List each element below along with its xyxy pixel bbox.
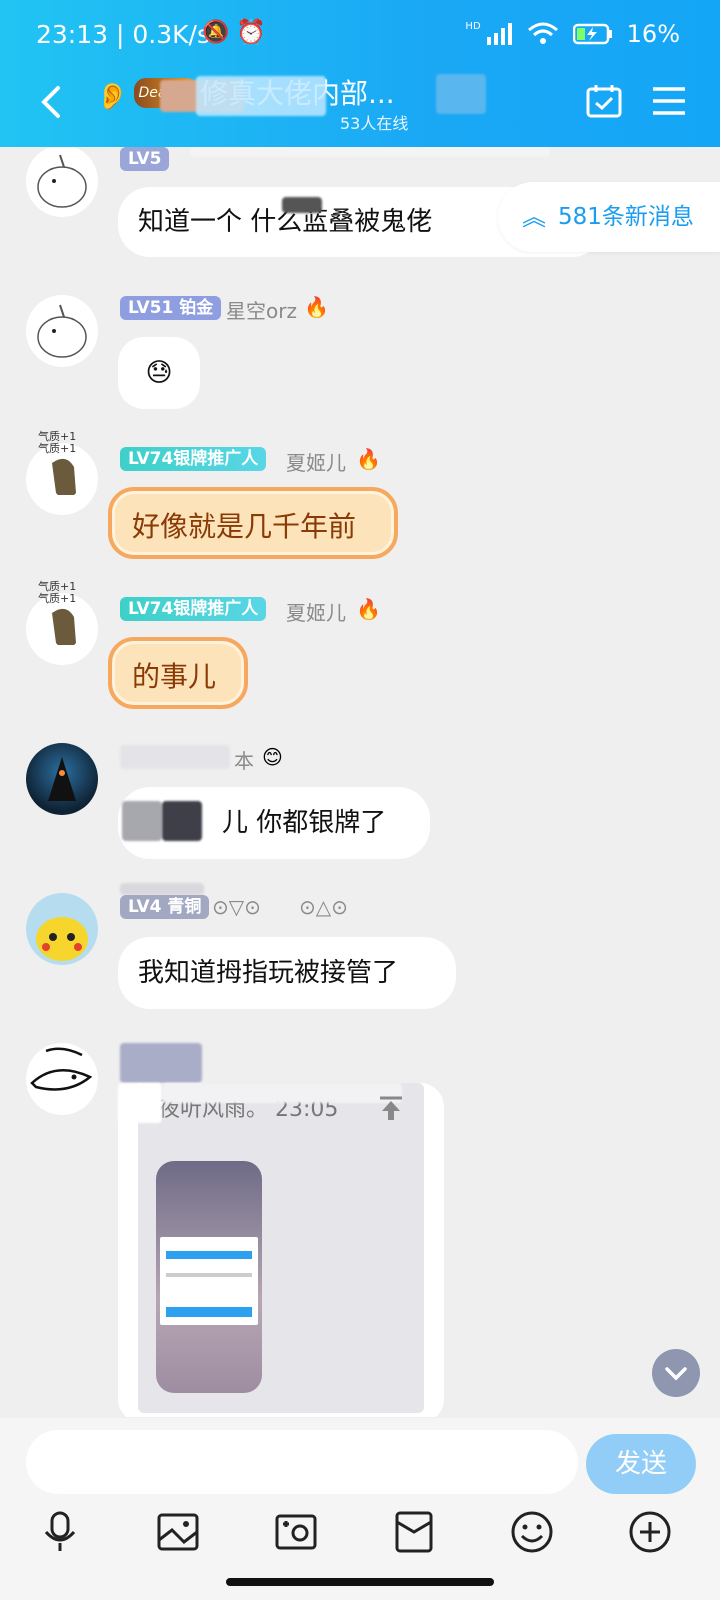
avatar[interactable]	[26, 1043, 98, 1115]
ear-icon[interactable]: 👂	[96, 82, 128, 112]
level-badge: LV74银牌推广人	[120, 597, 267, 621]
message-bubble[interactable]: 好像就是几千年前	[108, 487, 398, 559]
avatar-caption: 气质+1 气质+1	[38, 430, 77, 455]
sender-name[interactable]: ⊙▽⊙ ⊙△⊙	[212, 895, 348, 919]
level-badge: LV74银牌推广人	[120, 447, 267, 471]
avatar[interactable]	[26, 295, 98, 367]
message-text: 我知道拇指玩被接管了	[138, 958, 399, 988]
blurred-name	[120, 1043, 202, 1083]
plus-icon[interactable]	[628, 1510, 672, 1554]
emoji-icon[interactable]	[510, 1510, 554, 1554]
battery-icon	[572, 23, 612, 45]
alarm-icon: ⏰	[236, 18, 266, 46]
level-badge: LV51 铂金	[120, 296, 222, 320]
sender-name[interactable]: 本	[234, 745, 254, 774]
pin-top-icon	[380, 1096, 402, 1120]
emoji-sweat: 😓	[145, 358, 173, 388]
wifi-icon	[527, 22, 558, 44]
blurred-title-part	[196, 76, 326, 116]
flame-icon: 🔥	[356, 447, 381, 471]
signal-icon	[486, 23, 512, 45]
hd-label: HD	[465, 20, 481, 32]
menu-icon[interactable]	[651, 86, 687, 116]
double-chevron-up-icon: ︽	[522, 203, 546, 231]
status-bar: 23:13 | 0.3K/s 🔕 ⏰ HD 16%	[0, 0, 720, 72]
smile-badge-icon: 😊	[262, 745, 283, 769]
scroll-down-button[interactable]	[652, 1349, 700, 1397]
status-time-speed: 23:13 | 0.3K/s	[36, 20, 210, 49]
red-packet-icon[interactable]	[392, 1510, 436, 1554]
flame-icon: 🔥	[304, 295, 329, 319]
home-indicator[interactable]	[226, 1578, 494, 1586]
blurred-block	[118, 1083, 162, 1123]
message-text: 好像就是几千年前	[132, 510, 357, 543]
blurred-block	[162, 1083, 402, 1103]
online-count: 53人在线	[340, 114, 409, 133]
avatar-caption: 气质+1 气质+1	[38, 580, 77, 605]
message-list[interactable]: LV5 知道一个 什么蓝叠被鬼佬 LV51 铂金 星空orz 🔥 😓 气质+1 …	[0, 147, 720, 1417]
blurred-block	[162, 801, 202, 841]
chat-header: 23:13 | 0.3K/s 🔕 ⏰ HD 16% 👂 Dearest 修真大佬…	[0, 0, 720, 147]
microphone-icon[interactable]	[38, 1510, 82, 1554]
message-bubble[interactable]: 的事儿	[108, 637, 248, 709]
blurred-block	[122, 801, 162, 841]
blurred-badge	[436, 74, 486, 114]
thumbnail-dialog	[160, 1237, 258, 1325]
blurred-name	[190, 147, 550, 157]
message-bubble[interactable]: 我知道拇指玩被接管了	[118, 937, 456, 1009]
new-messages-label: 581条新消息	[558, 204, 694, 230]
chevron-down-icon	[665, 1367, 687, 1381]
sender-name[interactable]: 夏姬儿	[286, 597, 346, 626]
blurred-block	[120, 883, 204, 895]
message-text: 的事儿	[132, 660, 217, 693]
level-badge: LV5	[120, 147, 170, 171]
level-badge: LV4 青铜	[120, 895, 210, 919]
image-icon[interactable]	[156, 1510, 200, 1554]
avatar[interactable]	[26, 743, 98, 815]
status-right: HD 16%	[465, 20, 680, 48]
new-messages-button[interactable]: ︽ 581条新消息	[498, 182, 720, 252]
mute-bell-icon: 🔕	[202, 20, 230, 45]
message-input[interactable]	[26, 1430, 578, 1494]
input-bar: 发送	[0, 1418, 720, 1600]
flame-icon: 🔥	[356, 597, 381, 621]
avatar[interactable]	[26, 147, 98, 217]
sender-name[interactable]: 夏姬儿	[286, 447, 346, 476]
send-button[interactable]: 发送	[586, 1434, 696, 1494]
blurred-word	[282, 197, 322, 213]
camera-icon[interactable]	[274, 1510, 318, 1554]
blurred-level-badge	[120, 745, 230, 769]
message-text: 儿 你都银牌了	[222, 808, 387, 838]
message-bubble[interactable]: 😓	[118, 337, 200, 409]
back-arrow-icon[interactable]	[36, 84, 72, 120]
forwarded-card[interactable]: 夜听风雨。 23:05	[118, 1083, 444, 1417]
avatar[interactable]	[26, 893, 98, 965]
calendar-check-icon[interactable]	[586, 84, 622, 118]
battery-percent: 16%	[626, 20, 680, 48]
screenshot-thumbnail[interactable]	[156, 1161, 262, 1393]
sender-name[interactable]: 星空orz	[226, 295, 297, 324]
